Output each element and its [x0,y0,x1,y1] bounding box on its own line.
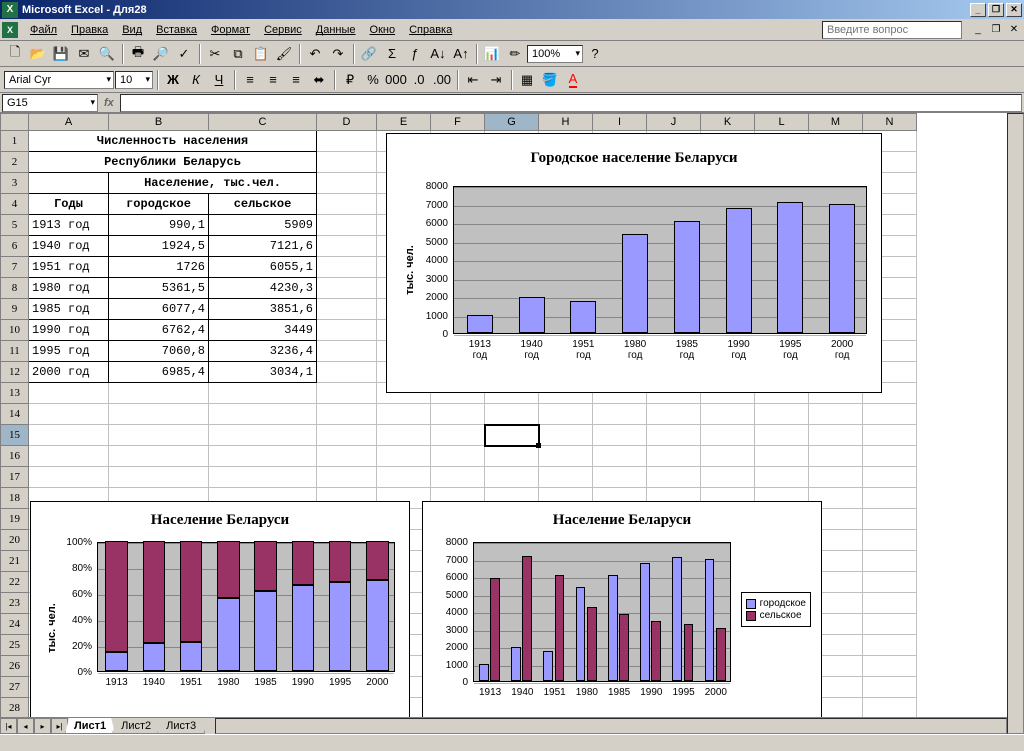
horizontal-scrollbar[interactable] [215,718,1007,734]
doc-restore-button[interactable]: ❐ [988,23,1004,37]
menubar: X Файл Правка Вид Вставка Формат Сервис … [0,19,1024,41]
tab-next-icon[interactable]: ▸ [34,718,51,734]
chart3-legend: городское сельское [741,592,811,627]
open-icon[interactable]: 📂 [27,43,49,65]
italic-icon[interactable]: К [185,69,207,91]
chart-population-stacked[interactable]: Население Беларуси тыс. чел. 0%20%40%60%… [30,501,410,731]
size-combo[interactable]: 10 [115,71,153,89]
doc-close-button[interactable]: ✕ [1006,23,1022,37]
sort-asc-icon[interactable]: A↓ [427,43,449,65]
drawing-icon[interactable]: ✏ [504,43,526,65]
zoom-combo[interactable]: 100% [527,45,583,63]
tab-first-icon[interactable]: |◂ [0,718,17,734]
status-bar [0,734,1024,751]
grid-area: ABCDEFGHIJKLMN1Численность населения2Рес… [0,113,1024,751]
menu-insert[interactable]: Вставка [150,22,203,38]
sheet-tab-1[interactable]: Лист1 [65,718,115,734]
formula-input[interactable] [120,94,1022,112]
redo-icon[interactable]: ↷ [327,43,349,65]
fx-label[interactable]: fx [104,97,114,109]
chart-icon[interactable]: 📊 [481,43,503,65]
chart2-title: Население Беларуси [31,510,409,531]
paste-icon[interactable]: 📋 [250,43,272,65]
fill-icon[interactable]: 🪣 [539,69,561,91]
cut-icon[interactable]: ✂ [204,43,226,65]
format-painter-icon[interactable]: 🖌 [273,43,295,65]
titlebar: X Microsoft Excel - Для28 _ ❐ ✕ [0,0,1024,19]
menu-view[interactable]: Вид [116,22,148,38]
chart-urban-population[interactable]: Городское население Беларуси тыс. чел. 0… [386,133,882,393]
fx-icon[interactable]: ƒ [404,43,426,65]
link-icon[interactable]: 🔗 [358,43,380,65]
underline-icon[interactable]: Ч [208,69,230,91]
dec-dec-icon[interactable]: .00 [431,69,453,91]
format-toolbar: Arial Cyr 10 Ж К Ч ≡ ≡ ≡ ⬌ ₽ % 000 .0 .0… [0,67,1024,93]
doc-minimize-button[interactable]: _ [970,23,986,37]
merge-icon[interactable]: ⬌ [308,69,330,91]
minimize-button[interactable]: _ [970,3,986,17]
help-search[interactable] [822,21,962,39]
indent-inc-icon[interactable]: ⇥ [485,69,507,91]
help-icon[interactable]: ? [584,43,606,65]
menu-edit[interactable]: Правка [65,22,114,38]
menu-window[interactable]: Окно [364,22,402,38]
close-button[interactable]: ✕ [1006,3,1022,17]
comma-icon[interactable]: 000 [385,69,407,91]
currency-icon[interactable]: ₽ [339,69,361,91]
chart-population-grouped[interactable]: Население Беларуси 010002000300040005000… [422,501,822,731]
mail-icon[interactable]: ✉ [73,43,95,65]
sheet-tab-2[interactable]: Лист2 [112,718,160,734]
maximize-button[interactable]: ❐ [988,3,1004,17]
sheet-tab-3[interactable]: Лист3 [157,718,205,734]
formula-bar: G15 fx [0,93,1024,113]
chart3-plot: 0100020003000400050006000700080001913194… [473,542,731,682]
align-center-icon[interactable]: ≡ [262,69,284,91]
indent-dec-icon[interactable]: ⇤ [462,69,484,91]
sum-icon[interactable]: Σ [381,43,403,65]
inc-dec-icon[interactable]: .0 [408,69,430,91]
save-icon[interactable]: 💾 [50,43,72,65]
excel-icon: X [2,2,18,18]
menu-file[interactable]: Файл [24,22,63,38]
menu-tools[interactable]: Сервис [258,22,308,38]
chart3-title: Население Беларуси [423,510,821,531]
menu-help[interactable]: Справка [403,22,458,38]
vertical-scrollbar[interactable] [1007,113,1024,734]
align-left-icon[interactable]: ≡ [239,69,261,91]
fontcolor-icon[interactable]: A [562,69,584,91]
chart1-ylabel: тыс. чел. [404,245,416,295]
copy-icon[interactable]: ⧉ [227,43,249,65]
name-box[interactable]: G15 [2,94,98,112]
standard-toolbar: 🗋 📂 💾 ✉ 🔍 🖶 🔎 ✓ ✂ ⧉ 📋 🖌 ↶ ↷ 🔗 Σ ƒ A↓ A↑ … [0,41,1024,67]
chart2-plot: 0%20%40%60%80%100%1913194019511980198519… [97,542,395,672]
font-combo[interactable]: Arial Cyr [4,71,114,89]
chart1-plot: 0100020003000400050006000700080001913год… [453,186,867,334]
sheet-tab-bar: |◂ ◂ ▸ ▸| Лист1 Лист2 Лист3 [0,717,1007,734]
print-icon[interactable]: 🖶 [127,43,149,65]
menu-format[interactable]: Формат [205,22,256,38]
chart1-title: Городское население Беларуси [387,148,881,169]
undo-icon[interactable]: ↶ [304,43,326,65]
menu-data[interactable]: Данные [310,22,362,38]
search-icon[interactable]: 🔍 [96,43,118,65]
borders-icon[interactable]: ▦ [516,69,538,91]
window-title: Microsoft Excel - Для28 [22,4,970,16]
bold-icon[interactable]: Ж [162,69,184,91]
sort-desc-icon[interactable]: A↑ [450,43,472,65]
percent-icon[interactable]: % [362,69,384,91]
align-right-icon[interactable]: ≡ [285,69,307,91]
preview-icon[interactable]: 🔎 [150,43,172,65]
spell-icon[interactable]: ✓ [173,43,195,65]
doc-icon: X [2,22,18,38]
new-icon[interactable]: 🗋 [4,43,26,65]
tab-prev-icon[interactable]: ◂ [17,718,34,734]
tab-last-icon[interactable]: ▸| [51,718,68,734]
